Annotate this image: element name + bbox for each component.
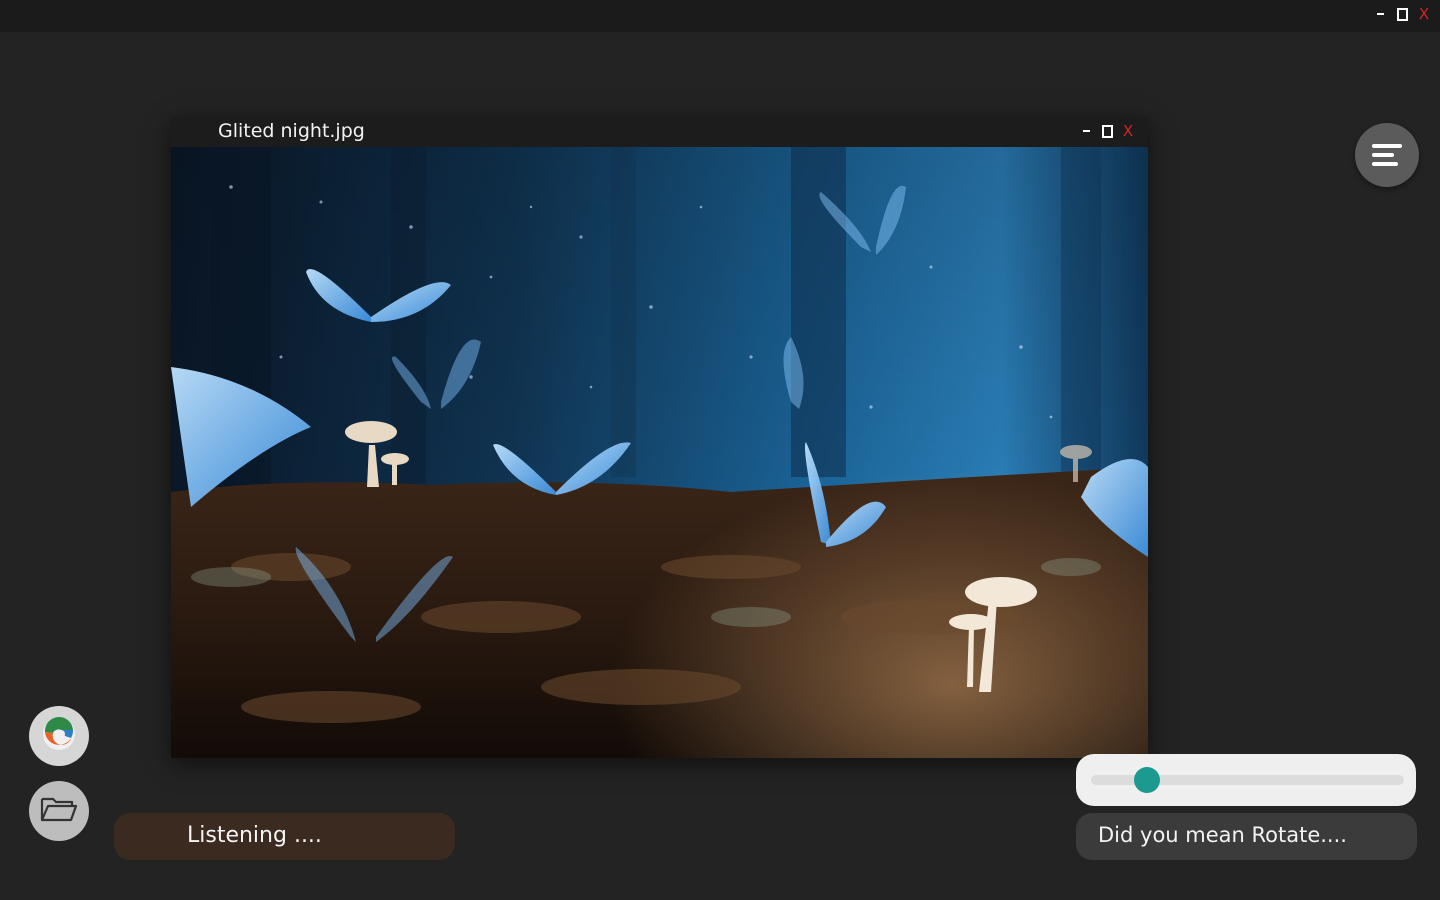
image-minimize-button[interactable] [1080, 123, 1092, 139]
listening-text: Listening .... [187, 823, 322, 848]
slider-thumb[interactable] [1134, 767, 1161, 793]
image-window-title: Glited night.jpg [218, 120, 365, 142]
slider-track[interactable] [1091, 767, 1404, 793]
maximize-button[interactable] [1396, 6, 1408, 22]
app-window-controls: X [1374, 6, 1430, 22]
close-button[interactable]: X [1418, 6, 1430, 22]
suggestion-text: Did you mean Rotate.... [1098, 823, 1347, 847]
image-canvas[interactable] [171, 147, 1148, 758]
image-window-titlebar[interactable]: Glited night.jpg X [171, 117, 1148, 147]
listening-status: Listening .... [114, 813, 455, 860]
image-viewer-window: Glited night.jpg X [171, 117, 1148, 758]
folder-open-icon [39, 793, 79, 829]
rotate-slider-panel [1076, 754, 1416, 806]
open-folder-button[interactable] [29, 781, 89, 841]
minimize-button[interactable] [1374, 6, 1386, 22]
image-close-button[interactable]: X [1122, 123, 1134, 139]
app-titlebar: X [0, 0, 1440, 32]
menu-button[interactable] [1355, 123, 1419, 187]
suggestion-box[interactable]: Did you mean Rotate.... [1076, 813, 1417, 860]
night-forest-photo [171, 147, 1148, 758]
image-maximize-button[interactable] [1101, 123, 1113, 139]
browser-logo-icon [41, 716, 77, 756]
browser-button[interactable] [29, 706, 89, 766]
image-window-controls: X [1080, 123, 1134, 139]
